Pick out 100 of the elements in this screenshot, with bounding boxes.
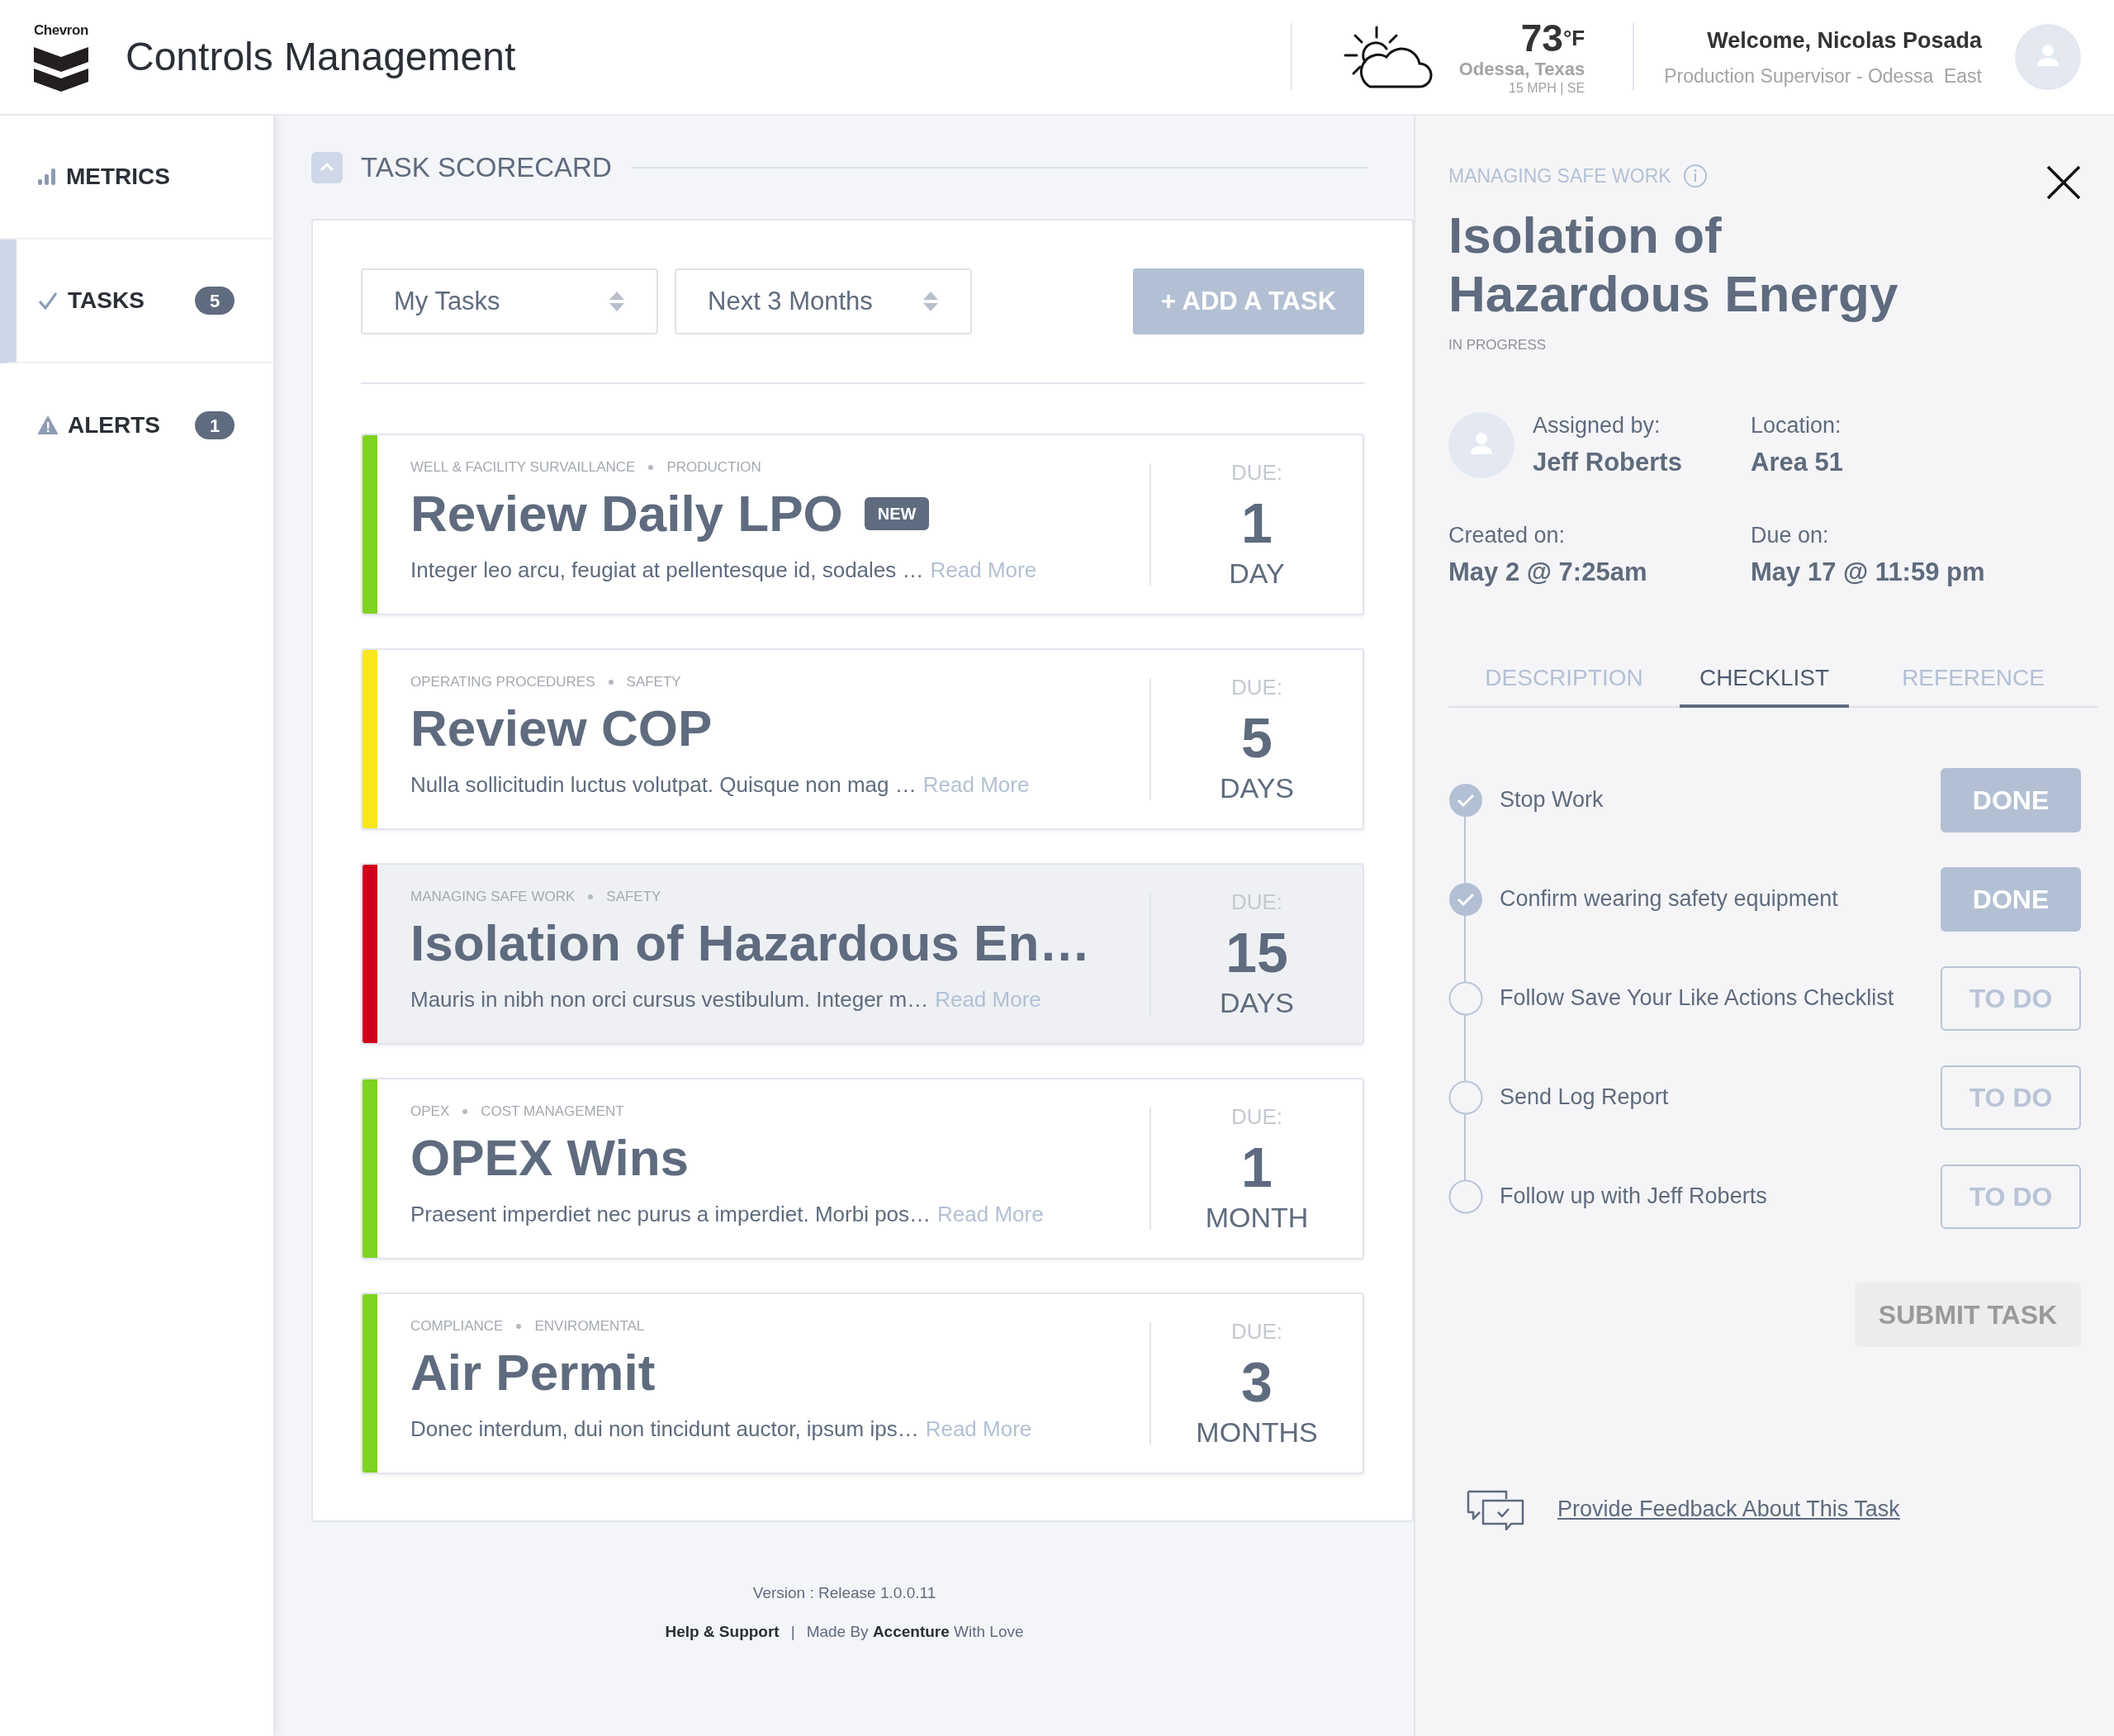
field-value: May 17 @ 11:59 pm (1751, 557, 1985, 589)
task-tag: SAFETY (626, 671, 681, 693)
version-text: Version : Release 1.0.0.11 (752, 1583, 936, 1603)
task-title: Review COP (410, 702, 713, 754)
field-label: Created on: (1448, 521, 1567, 549)
due-unit: MONTHS (1196, 1418, 1318, 1446)
checklist-item: Follow Save Your Like Actions Checklist (1500, 984, 1895, 1013)
read-more-link[interactable]: Read More (930, 553, 1037, 586)
task-description: Praesent imperdiet nec purus a imperdiet. Morbi pos… (410, 1200, 931, 1228)
task-tag: ENVIROMENTAL (534, 1316, 645, 1337)
checklist-item: Stop Work (1500, 786, 1604, 814)
due-label: DUE: (1230, 676, 1283, 698)
empty-circle-icon[interactable] (1448, 1179, 1483, 1214)
to-do-button[interactable]: TO DO (1941, 1164, 2081, 1229)
tab[interactable]: REFERENCE (1849, 651, 2097, 708)
chat-bubbles-icon (1465, 1488, 1524, 1530)
separator-text: | (790, 1621, 795, 1642)
bar-chart-icon (38, 168, 56, 185)
app-title: Controls Management (126, 34, 516, 80)
task-card[interactable]: COMPLIANCE ENVIROMENTAL Air Permit Donec interdum, dui non tincidunt auctor, ipsum ips… Read More DUE: 3 MONTHS (361, 1293, 1364, 1474)
section-title: TASK SCORECARD (361, 150, 612, 184)
task-category: MANAGING SAFE WORK (410, 888, 576, 906)
dropdown[interactable]: Next 3 Months (675, 268, 972, 334)
done-button[interactable]: DONE (1941, 767, 2081, 832)
sidebar-item[interactable]: METRICS (0, 116, 273, 240)
user-role: Production Supervisor - Odessa East (1664, 64, 1982, 88)
task-tag: SAFETY (606, 886, 661, 908)
checklist-item: Follow up with Jeff Roberts (1500, 1183, 1768, 1211)
due-number: 1 (1241, 1139, 1273, 1195)
checked-circle-icon[interactable] (1448, 782, 1483, 818)
field-value: May 2 @ 7:25am (1448, 557, 1647, 589)
detail-category: MANAGING SAFE WORK (1448, 164, 1671, 188)
field-value: Area 51 (1751, 447, 1844, 479)
task-tag: COST MANAGEMENT (481, 1101, 624, 1122)
due-label: DUE: (1230, 1321, 1283, 1342)
welcome-text: Welcome, Nicolas Posada (1707, 26, 1982, 55)
due-unit: DAYS (1219, 774, 1295, 802)
add-task-button[interactable]: + ADD A TASK (1133, 268, 1364, 334)
temperature: 73 (1520, 19, 1563, 57)
sort-caret-icon (609, 290, 625, 313)
task-category: WELL & FACILITY SURVAILLANCE (410, 458, 636, 477)
help-link[interactable]: Help & Support (665, 1620, 780, 1644)
avatar-icon (1448, 412, 1514, 479)
collapse-icon[interactable] (311, 151, 343, 183)
checklist-item: Confirm wearing safety equipment (1500, 885, 1839, 913)
checkmark-icon (38, 292, 58, 310)
field-value: Jeff Roberts (1533, 447, 1682, 479)
due-number: 3 (1241, 1354, 1273, 1410)
task-category: COMPLIANCE (410, 1317, 504, 1335)
count-badge: 5 (195, 287, 235, 315)
checklist-item: Send Log Report (1500, 1084, 1670, 1112)
close-icon[interactable] (2046, 165, 2081, 200)
field-label: Assigned by: (1533, 411, 1661, 439)
field-label: Location: (1751, 411, 1842, 439)
done-button[interactable]: DONE (1941, 866, 2081, 932)
task-category: OPERATING PROCEDURES (410, 673, 595, 691)
task-description: Integer leo arcu, feugiat at pellentesque id, sodales … (410, 556, 924, 584)
to-do-button[interactable]: TO DO (1941, 965, 2081, 1031)
field-label: Due on: (1751, 521, 1830, 549)
temperature-unit: °F (1562, 27, 1586, 49)
due-number: 5 (1241, 709, 1273, 766)
wind-info: 15 MPH | SE (1509, 82, 1586, 95)
detail-title: Isolation of Hazardous Energy (1448, 205, 1899, 324)
empty-circle-icon[interactable] (1448, 1079, 1483, 1115)
due-unit: DAY (1229, 559, 1285, 587)
submit-task-button[interactable]: SUBMIT TASK (1855, 1282, 2081, 1347)
task-card[interactable]: WELL & FACILITY SURVAILLANCE PRODUCTION Review Daily LPO NEW Integer leo arcu, feugiat at pellentesque id, sodales … Read More DUE: 1 DAY (361, 434, 1364, 615)
task-title: Air Permit (410, 1346, 656, 1398)
warning-icon (38, 416, 58, 434)
status-text: IN PROGRESS (1448, 336, 1548, 355)
due-label: DUE: (1230, 1106, 1283, 1127)
read-more-link[interactable]: Read More (925, 1412, 1032, 1445)
read-more-link[interactable]: Read More (922, 768, 1030, 801)
checked-circle-icon[interactable] (1448, 881, 1483, 917)
sun-cloud-icon (1343, 24, 1434, 90)
task-description: Nulla sollicitudin luctus volutpat. Quisque non mag … (410, 771, 917, 799)
dropdown[interactable]: My Tasks (361, 268, 658, 334)
to-do-button[interactable]: TO DO (1941, 1065, 2081, 1130)
task-title: Isolation of Hazardous En… (410, 917, 1091, 969)
task-title: OPEX Wins (410, 1131, 690, 1183)
due-unit: DAYS (1219, 989, 1295, 1017)
task-card[interactable]: OPERATING PROCEDURES SAFETY Review COP Nulla sollicitudin luctus volutpat. Quisque non mag … Read More DUE: 5 DAYS (361, 648, 1364, 830)
credit-text: Made By Accenture With Love (806, 1621, 1024, 1642)
task-tag: PRODUCTION (666, 457, 761, 478)
avatar-icon[interactable] (2015, 24, 2081, 90)
sort-caret-icon (922, 290, 939, 313)
sidebar-item[interactable]: ALERTS 1 (0, 363, 273, 487)
info-icon (1682, 164, 1708, 189)
new-badge: NEW (864, 496, 930, 530)
due-label: DUE: (1230, 462, 1283, 483)
tab[interactable]: DESCRIPTION (1448, 651, 1680, 708)
task-card[interactable]: OPEX COST MANAGEMENT OPEX Wins Praesent imperdiet nec purus a imperdiet. Morbi pos… Read More DUE: 1 MONTH (361, 1078, 1364, 1259)
city-name: Odessa, Texas (1458, 60, 1586, 78)
empty-circle-icon[interactable] (1448, 980, 1483, 1016)
due-number: 1 (1241, 495, 1273, 551)
due-number: 15 (1225, 924, 1288, 980)
read-more-link[interactable]: Read More (937, 1198, 1044, 1231)
read-more-link[interactable]: Read More (935, 983, 1041, 1016)
feedback-link[interactable]: Provide Feedback About This Task (1557, 1492, 1900, 1526)
tab[interactable]: CHECKLIST (1680, 651, 1849, 708)
